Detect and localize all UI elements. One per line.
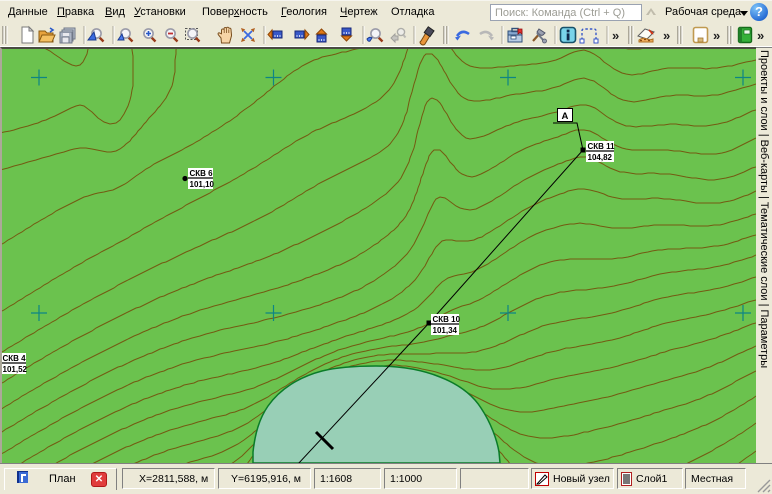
svg-text:»: » <box>757 28 764 43</box>
svg-text:СКВ 6: СКВ 6 <box>190 169 214 178</box>
svg-text:101,10: 101,10 <box>190 180 215 189</box>
svg-text:СКВ 10: СКВ 10 <box>433 315 461 324</box>
svg-text:101,34: 101,34 <box>433 326 458 335</box>
svg-text:СКВ 4: СКВ 4 <box>3 354 27 363</box>
svg-text:101,52: 101,52 <box>3 365 28 374</box>
svg-text:»: » <box>612 28 619 43</box>
svg-text:СКВ 11: СКВ 11 <box>588 142 616 151</box>
svg-text:А: А <box>562 111 569 122</box>
svg-text:104,82: 104,82 <box>588 153 613 162</box>
svg-text:»: » <box>663 28 670 43</box>
svg-text:»: » <box>713 28 720 43</box>
